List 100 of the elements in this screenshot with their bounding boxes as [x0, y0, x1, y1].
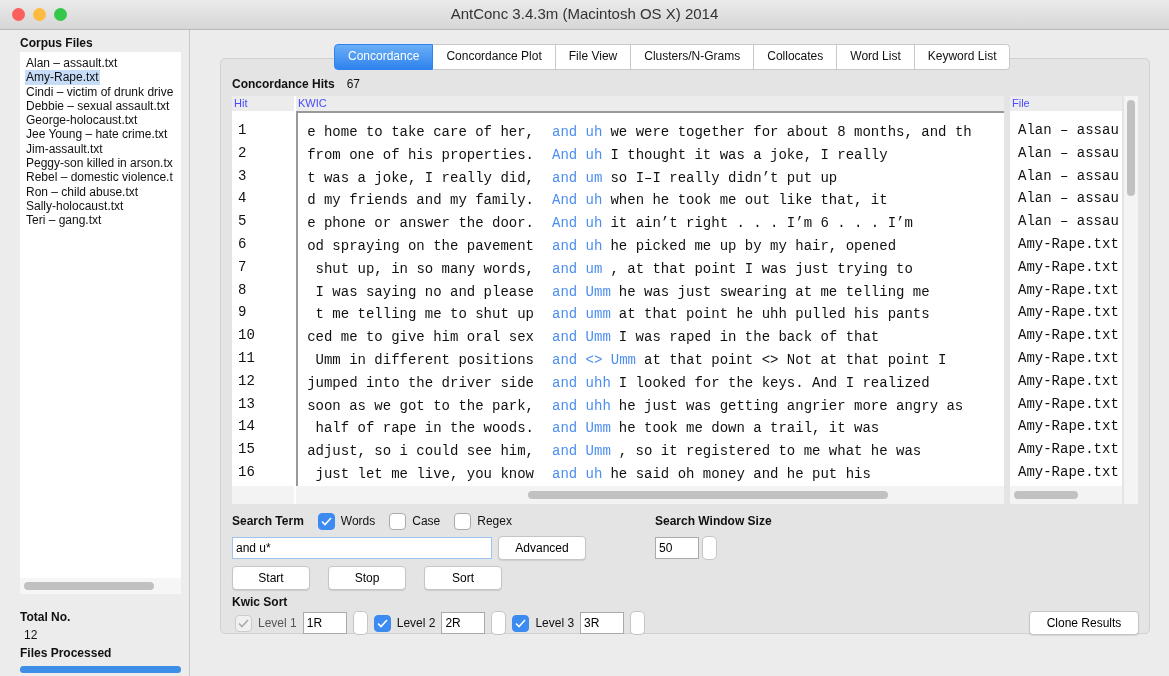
total-value: 12 [23, 627, 39, 644]
context-text: we were together for about 8 months, and th [610, 123, 972, 142]
checkmark-icon [515, 618, 527, 628]
file-item[interactable]: Sally-holocaust.txt [25, 198, 125, 214]
context-text: he picked me up by my hair, opened [610, 237, 897, 256]
file-item[interactable]: George-holocaust.txt [25, 113, 139, 128]
table-cell-text: 14 [238, 417, 255, 437]
checkbox[interactable] [454, 512, 472, 530]
table-cell-text: Amy-Rape.txt [1018, 235, 1119, 254]
search-field[interactable]: and u* [232, 537, 492, 559]
context-text: I thought it was a joke, I really [610, 145, 888, 165]
action-button[interactable]: Stop [328, 566, 406, 590]
table-cell-text: 16 [238, 462, 255, 482]
table-cell-text: 3 [238, 166, 247, 186]
context-text: I was raped in the back of that [618, 328, 880, 348]
tab[interactable]: Clusters/N-Grams [631, 44, 755, 70]
stepper[interactable] [702, 536, 717, 560]
keyword-text: and Umm [552, 282, 611, 302]
table-cell-text: Amy-Rape.txt [1018, 303, 1119, 323]
checkbox[interactable] [373, 614, 391, 632]
level-field[interactable]: 3R [580, 612, 625, 634]
level-field[interactable]: 2R [441, 612, 486, 634]
tab[interactable]: Keyword List [914, 44, 1011, 70]
context-text: at that point he uhh pulled his pants [618, 305, 930, 325]
table-cell-text: 5 [238, 212, 247, 232]
checkmark-icon [238, 618, 249, 628]
clone-results-button[interactable]: Clone Results [1029, 611, 1139, 635]
total-label: Total No. [20, 609, 72, 626]
context-text: he took me down a trail, it was [618, 419, 880, 439]
file-item[interactable]: Ron – child abuse.txt [25, 184, 140, 199]
tab[interactable]: Concordance Plot [433, 44, 556, 70]
file-item[interactable]: Jim-assault.txt [25, 141, 104, 157]
advanced-button[interactable]: Advanced [498, 536, 586, 560]
keyword-text: and uhh [552, 373, 611, 393]
file-item[interactable]: Alan – assault.txt [25, 56, 119, 71]
keyword-text: and uh [552, 123, 603, 142]
checkbox[interactable] [389, 512, 407, 530]
minimize-button[interactable] [33, 8, 46, 21]
keyword-text: and uhh [552, 396, 611, 416]
table-cell-text: 8 [238, 280, 247, 300]
file-item[interactable]: Cindi – victim of drunk drive [25, 84, 175, 99]
context-text: I looked for the keys. And I realized [618, 373, 930, 393]
tab[interactable]: Word List [837, 44, 915, 70]
file-item[interactable]: Teri – gang.txt [25, 213, 103, 228]
context-text: he said oh money and he put his [610, 464, 871, 484]
context-text: when he took me out like that, it [610, 191, 888, 211]
table-cell-text: 2 [238, 143, 247, 163]
panel-title: Corpus Files [20, 35, 94, 52]
context-text: t me telling me to shut up [314, 305, 534, 325]
context-text: d my friends and my family. [306, 191, 534, 211]
keyword-text: And uh [552, 214, 603, 234]
table-cell-text: 10 [238, 326, 255, 346]
table-cell-text: 7 [238, 257, 247, 277]
hits-count: 67 [346, 76, 361, 93]
tab[interactable]: File View [555, 44, 632, 70]
column-header[interactable]: File [1010, 96, 1122, 111]
table-cell-text: Amy-Rape.txt [1018, 462, 1119, 482]
table-cell-text: Amy-Rape.txt [1018, 326, 1119, 346]
context-text: , at that point I was just trying to [610, 259, 913, 279]
window-size-field[interactable]: 50 [655, 537, 699, 559]
checkbox[interactable] [512, 614, 530, 632]
context-text: e phone or answer the door. [306, 214, 534, 234]
level-label: Level 2 [396, 615, 436, 632]
keyword-text: and Umm [552, 419, 611, 439]
table-cell-text: 9 [238, 303, 247, 323]
column-header[interactable]: KWIC [296, 96, 1004, 111]
file-item[interactable]: Jee Young – hate crime.txt [25, 127, 169, 142]
action-button[interactable]: Sort [424, 566, 502, 590]
keyword-text: and uh [552, 237, 603, 256]
stepper[interactable] [491, 611, 507, 635]
action-button[interactable]: Start [232, 566, 310, 590]
zoom-button[interactable] [54, 8, 67, 21]
checkbox[interactable] [317, 512, 335, 530]
file-item[interactable]: Amy-Rape.txt [25, 70, 100, 85]
context-text: at that point <> Not at that point I [644, 350, 947, 370]
column-header[interactable]: Hit [232, 96, 294, 111]
table-cell-text: Amy-Rape.txt [1018, 394, 1119, 414]
checkbox-label: Regex [477, 513, 512, 530]
stepper[interactable] [352, 611, 368, 635]
table-cell-text: Amy-Rape.txt [1018, 280, 1119, 300]
table-cell-text: Alan – assau [1018, 121, 1119, 140]
file-item[interactable]: Peggy-son killed in arson.tx [25, 156, 174, 171]
file-item[interactable]: Rebel – domestic violence.t [25, 170, 174, 185]
checkmark-icon [376, 618, 388, 628]
close-button[interactable] [12, 8, 25, 21]
table-cell-text: 6 [238, 235, 247, 254]
file-item[interactable]: Debbie – sexual assault.txt [25, 98, 171, 114]
context-text: t was a joke, I really did, [306, 168, 534, 188]
context-text: soon as we got to the park, [306, 396, 534, 416]
context-text: just let me live, you know [314, 464, 534, 484]
keyword-text: And uh [552, 191, 603, 211]
context-text: e home to take care of her, [306, 123, 534, 142]
keyword-text: and um [552, 168, 603, 188]
context-text: he just was getting angrier more angry as [618, 396, 964, 416]
search-term-label: Search Term [232, 513, 304, 530]
keyword-text: and Umm [552, 328, 611, 348]
tab[interactable]: Collocates [754, 44, 838, 70]
stepper[interactable] [630, 611, 646, 635]
context-text: jumped into the driver side [306, 373, 534, 393]
table-cell-text: 13 [238, 394, 255, 414]
